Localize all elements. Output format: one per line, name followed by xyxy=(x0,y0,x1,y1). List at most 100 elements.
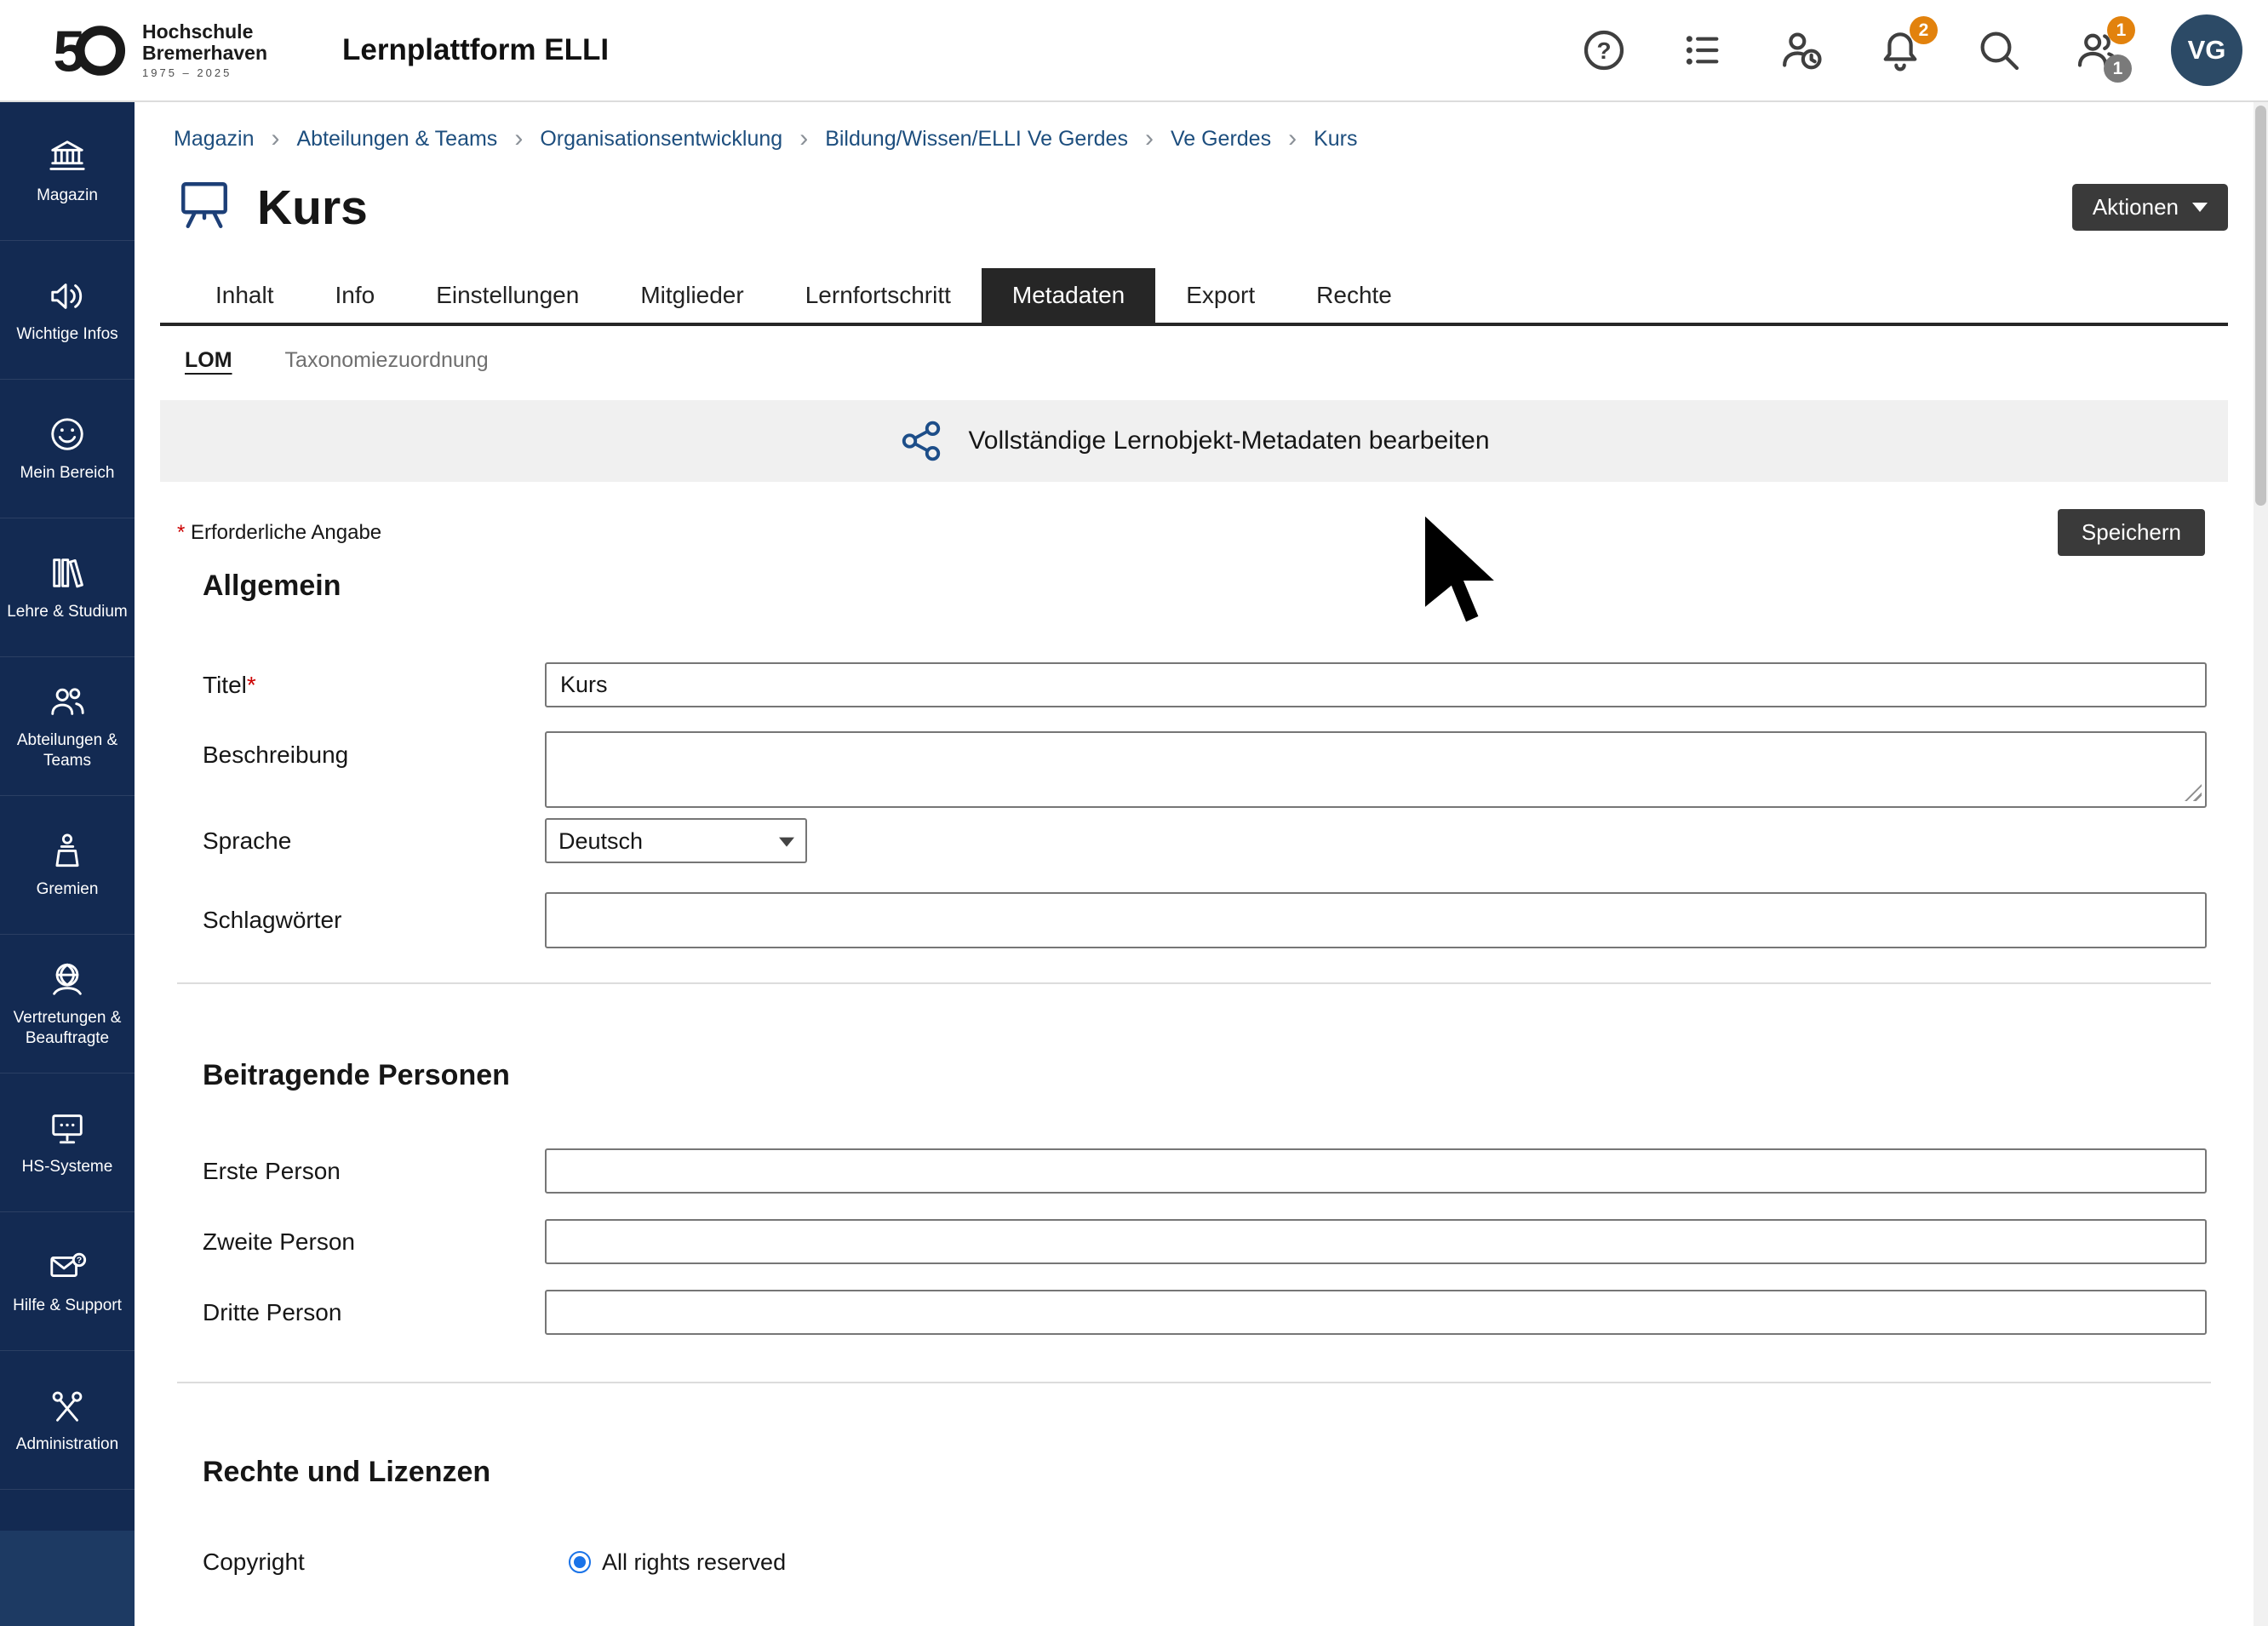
notifications-button[interactable]: 2 xyxy=(1875,25,1926,76)
sidebar-item-administration[interactable]: Administration xyxy=(0,1351,135,1490)
edit-full-metadata-link[interactable]: Vollständige Lernobjekt-Metadaten bearbe… xyxy=(160,400,2228,482)
sidebar-item-hilfe-support[interactable]: ? Hilfe & Support xyxy=(0,1212,135,1351)
zweite-person-label: Zweite Person xyxy=(203,1228,545,1256)
sidebar: Magazin Wichtige Infos Mein Bereich Lehr… xyxy=(0,102,135,1626)
actions-button[interactable]: Aktionen xyxy=(2072,184,2228,231)
dritte-person-input[interactable] xyxy=(545,1290,2207,1335)
subtab-lom[interactable]: LOM xyxy=(185,348,232,373)
form-row-dritte-person: Dritte Person xyxy=(160,1290,2228,1335)
share-nodes-icon xyxy=(898,418,944,464)
titel-input[interactable] xyxy=(545,662,2207,707)
contacts-badge-bottom: 1 xyxy=(2104,54,2132,83)
section-heading-rechte-lizenzen: Rechte und Lizenzen xyxy=(203,1456,2228,1489)
tab-bar: Inhalt Info Einstellungen Mitglieder Ler… xyxy=(160,268,2228,323)
breadcrumb-item[interactable]: Magazin xyxy=(174,127,255,152)
copyright-radio-option[interactable]: All rights reserved xyxy=(545,1549,2207,1576)
zweite-person-input[interactable] xyxy=(545,1219,2207,1264)
tab-info[interactable]: Info xyxy=(305,268,406,323)
tab-inhalt[interactable]: Inhalt xyxy=(185,268,305,323)
actions-button-label: Aktionen xyxy=(2093,194,2179,220)
erste-person-input[interactable] xyxy=(545,1148,2207,1194)
subtab-taxonomiezuordnung[interactable]: Taxonomiezuordnung xyxy=(285,348,489,373)
sidebar-item-label: Mein Bereich xyxy=(16,463,119,483)
help-button[interactable]: ? xyxy=(1578,25,1629,76)
page-title: Kurs xyxy=(257,180,368,236)
smiley-icon xyxy=(48,415,87,454)
sidebar-item-vertretungen[interactable]: Vertretungen & Beauftragte xyxy=(0,935,135,1074)
svg-text:?: ? xyxy=(77,1256,82,1265)
sidebar-item-label: Vertretungen & Beauftragte xyxy=(0,1008,135,1047)
notifications-badge: 2 xyxy=(1910,16,1938,44)
sidebar-item-label: Gremien xyxy=(32,879,103,899)
university-logo[interactable]: 5 Hochschule Bremerhaven 1975 – 2025 xyxy=(48,10,267,91)
form-row-schlagwoerter: Schlagwörter xyxy=(160,892,2228,948)
logo-text: Hochschule Bremerhaven 1975 – 2025 xyxy=(142,21,267,79)
help-icon: ? xyxy=(1580,26,1628,74)
sidebar-item-magazin[interactable]: Magazin xyxy=(0,102,135,241)
lectern-icon xyxy=(48,831,87,870)
list-button[interactable] xyxy=(1677,25,1728,76)
save-button[interactable]: Speichern xyxy=(2058,509,2205,556)
breadcrumb-separator: › xyxy=(1145,126,1154,152)
tab-lernfortschritt[interactable]: Lernfortschritt xyxy=(775,268,982,323)
breadcrumb-item[interactable]: Ve Gerdes xyxy=(1171,127,1271,152)
vertical-scrollbar[interactable] xyxy=(2254,102,2268,1626)
monitor-icon xyxy=(48,1108,87,1148)
tab-metadaten[interactable]: Metadaten xyxy=(982,268,1155,323)
tab-einstellungen[interactable]: Einstellungen xyxy=(405,268,610,323)
contacts-badge-top: 1 xyxy=(2107,16,2135,44)
sidebar-item-label: Wichtige Infos xyxy=(12,324,122,344)
form-row-beschreibung: Beschreibung xyxy=(160,731,2228,808)
breadcrumb-separator: › xyxy=(1288,126,1297,152)
chevron-down-icon xyxy=(2192,203,2208,212)
section-divider xyxy=(177,1382,2211,1383)
user-avatar[interactable]: VG xyxy=(2171,14,2242,86)
search-icon xyxy=(1975,26,2023,74)
section-divider xyxy=(177,982,2211,984)
beschreibung-label: Beschreibung xyxy=(203,731,545,769)
beschreibung-textarea[interactable] xyxy=(545,731,2207,808)
main-content: Magazin › Abteilungen & Teams › Organisa… xyxy=(135,102,2254,1626)
logo-years: 1975 – 2025 xyxy=(142,67,267,79)
mail-question-icon: ? xyxy=(48,1247,87,1286)
titel-label: Titel* xyxy=(203,672,545,699)
sidebar-item-gremien[interactable]: Gremien xyxy=(0,796,135,935)
search-button[interactable] xyxy=(1973,25,2025,76)
breadcrumb-item[interactable]: Bildung/Wissen/ELLI Ve Gerdes xyxy=(825,127,1128,152)
sidebar-item-lehre-studium[interactable]: Lehre & Studium xyxy=(0,518,135,657)
logo-line1: Hochschule xyxy=(142,21,267,43)
tab-mitglieder[interactable]: Mitglieder xyxy=(610,268,774,323)
svg-text:?: ? xyxy=(1596,37,1611,64)
globe-users-icon xyxy=(48,959,87,999)
user-history-button[interactable] xyxy=(1776,25,1827,76)
section-heading-allgemein: Allgemein xyxy=(203,570,2228,603)
radio-selected-icon[interactable] xyxy=(569,1551,591,1573)
breadcrumb-item[interactable]: Kurs xyxy=(1314,127,1357,152)
bank-icon xyxy=(48,137,87,176)
tab-rechte[interactable]: Rechte xyxy=(1286,268,1423,323)
contacts-button[interactable]: 1 1 xyxy=(2072,25,2123,76)
tab-export[interactable]: Export xyxy=(1155,268,1286,323)
sidebar-item-label: Hilfe & Support xyxy=(9,1296,126,1315)
sidebar-item-abteilungen-teams[interactable]: Abteilungen & Teams xyxy=(0,657,135,796)
users-icon xyxy=(48,682,87,721)
sidebar-item-mein-bereich[interactable]: Mein Bereich xyxy=(0,380,135,518)
breadcrumb: Magazin › Abteilungen & Teams › Organisa… xyxy=(174,126,2228,152)
copyright-label: Copyright xyxy=(203,1549,545,1576)
scrollbar-thumb[interactable] xyxy=(2255,106,2266,506)
sidebar-item-hs-systeme[interactable]: HS-Systeme xyxy=(0,1074,135,1212)
breadcrumb-item[interactable]: Organisationsentwicklung xyxy=(540,127,782,152)
schlagwoerter-input[interactable] xyxy=(545,892,2207,948)
form-row-copyright: Copyright All rights reserved xyxy=(160,1549,2228,1576)
erste-person-label: Erste Person xyxy=(203,1158,545,1185)
form-actions-row: * Erforderliche Angabe Speichern xyxy=(160,509,2228,556)
copyright-option-label: All rights reserved xyxy=(602,1549,786,1576)
sprache-select[interactable]: Deutsch xyxy=(545,818,807,863)
breadcrumb-separator: › xyxy=(272,126,280,152)
tools-icon xyxy=(48,1386,87,1425)
logo-50-icon: 5 xyxy=(48,10,129,91)
sidebar-item-wichtige-infos[interactable]: Wichtige Infos xyxy=(0,241,135,380)
app-title: Lernplattform ELLI xyxy=(342,33,609,67)
breadcrumb-item[interactable]: Abteilungen & Teams xyxy=(297,127,498,152)
logo-line2: Bremerhaven xyxy=(142,43,267,64)
